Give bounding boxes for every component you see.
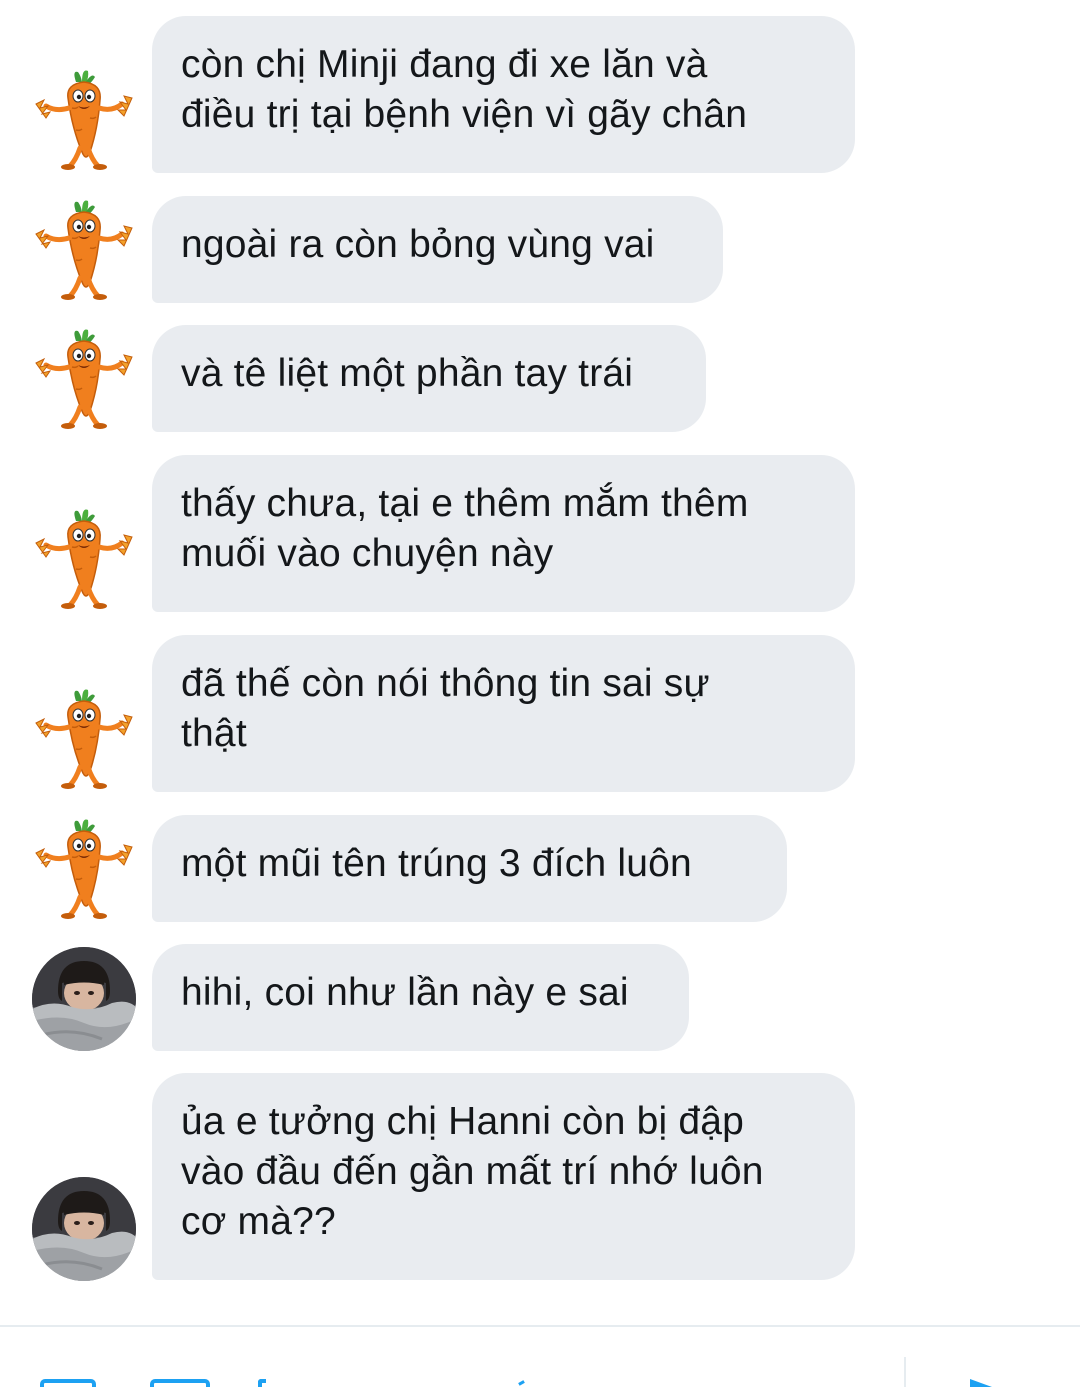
gif-icon[interactable]	[150, 1379, 210, 1387]
message-bubble[interactable]: còn chị Minji đang đi xe lăn và điều trị…	[152, 16, 855, 173]
message-bubble[interactable]: một mũi tên trúng 3 đích luôn	[152, 815, 787, 922]
carrot-sticker-icon[interactable]	[32, 507, 136, 611]
message-bubble[interactable]: hihi, coi như lần này e sai	[152, 944, 689, 1051]
image-icon[interactable]	[40, 1379, 96, 1387]
message-bubble[interactable]: đã thế còn nói thông tin sai sự thật	[152, 635, 855, 792]
message-bubble[interactable]: và tê liệt một phần tay trái	[152, 325, 706, 432]
conversation-thread: còn chị Minji đang đi xe lăn và điều trị…	[0, 0, 1080, 1325]
carrot-sticker-icon[interactable]	[32, 687, 136, 791]
message-composer	[0, 1325, 1080, 1391]
poll-icon[interactable]	[258, 1379, 266, 1387]
message-bubble[interactable]: thấy chưa, tại e thêm mắm thêm muối vào …	[152, 455, 855, 612]
person-avatar-icon[interactable]	[32, 947, 136, 1051]
message-bubble[interactable]: ủa e tưởng chị Hanni còn bị đập vào đầu …	[152, 1073, 855, 1280]
carrot-sticker-icon[interactable]	[32, 198, 136, 302]
composer-divider	[904, 1357, 906, 1387]
emoji-icon[interactable]	[518, 1380, 528, 1391]
carrot-sticker-icon[interactable]	[32, 68, 136, 172]
carrot-sticker-icon[interactable]	[32, 817, 136, 921]
message-bubble[interactable]: ngoài ra còn bỏng vùng vai	[152, 196, 723, 303]
carrot-sticker-icon[interactable]	[32, 327, 136, 431]
send-icon[interactable]	[968, 1377, 994, 1387]
person-avatar-icon[interactable]	[32, 1177, 136, 1281]
